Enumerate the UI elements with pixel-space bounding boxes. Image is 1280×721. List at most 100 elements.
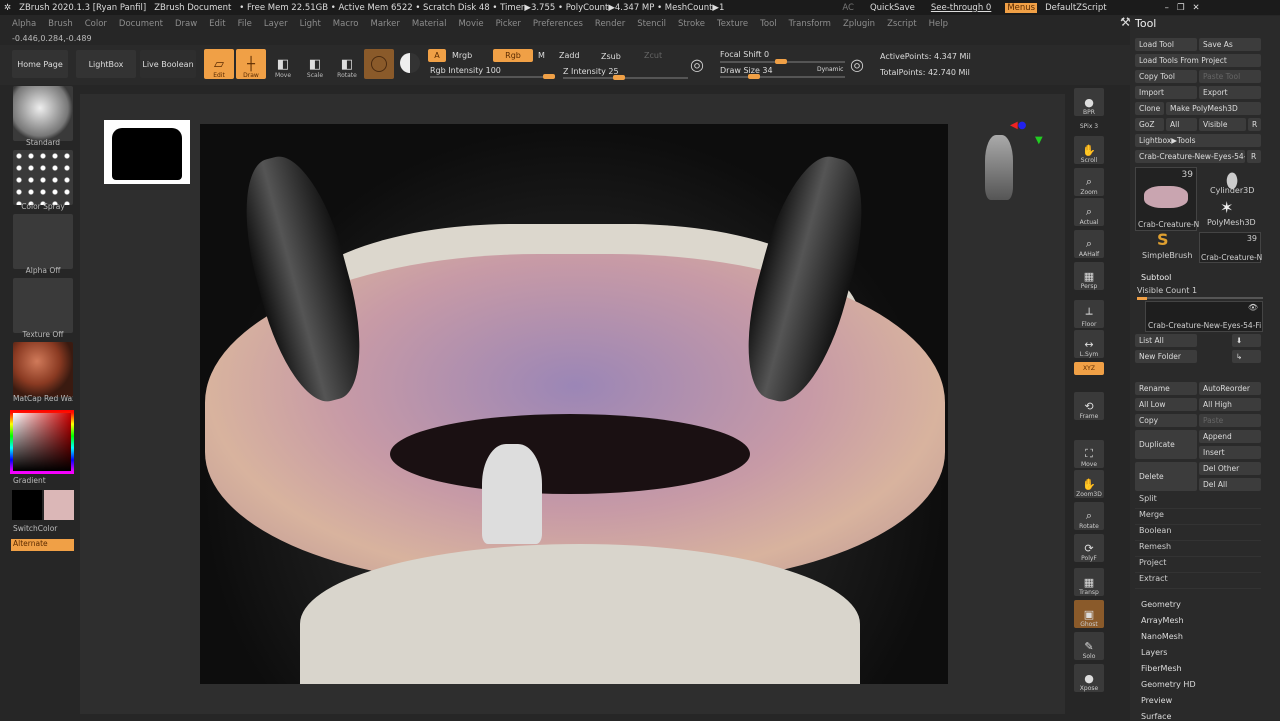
- close-icon[interactable]: ✕: [1193, 3, 1200, 13]
- menu-zscript[interactable]: Zscript: [887, 19, 917, 29]
- preview-section[interactable]: Preview: [1141, 696, 1172, 705]
- alpha-thumbnail[interactable]: [13, 214, 73, 269]
- lightbox-button[interactable]: LightBox: [76, 50, 136, 78]
- new-folder-button[interactable]: New Folder: [1135, 350, 1197, 363]
- navigator-thumbnail[interactable]: [104, 120, 190, 184]
- menu-edit[interactable]: Edit: [209, 19, 225, 29]
- menu-zplugin[interactable]: Zplugin: [843, 19, 875, 29]
- rename-button[interactable]: Rename: [1135, 382, 1197, 395]
- zcut-toggle[interactable]: Zcut: [644, 51, 662, 60]
- list-all-button[interactable]: List All: [1135, 334, 1197, 347]
- switch-color-button[interactable]: SwitchColor: [13, 524, 73, 533]
- goz-r-button[interactable]: R: [1248, 118, 1261, 131]
- ghost-button[interactable]: ▣ Ghost: [1074, 600, 1104, 628]
- live-boolean-button[interactable]: Live Boolean: [140, 50, 196, 78]
- menu-texture[interactable]: Texture: [717, 19, 748, 29]
- move-down-arrow-icon[interactable]: ⬇: [1232, 334, 1261, 347]
- gradient-label[interactable]: Gradient: [13, 476, 73, 485]
- duplicate-button[interactable]: Duplicate: [1135, 430, 1197, 459]
- xpose-button[interactable]: ● Xpose: [1074, 664, 1104, 692]
- material-sphere-button[interactable]: [364, 49, 394, 79]
- menu-layer[interactable]: Layer: [264, 19, 288, 29]
- save-as-button[interactable]: Save As: [1199, 38, 1261, 51]
- dynamic-toggle[interactable]: Dynamic: [817, 66, 843, 73]
- nanomesh-section[interactable]: NanoMesh: [1141, 632, 1183, 641]
- minimize-icon[interactable]: –: [1165, 3, 1169, 13]
- draw-button[interactable]: ┼ Draw: [236, 49, 266, 79]
- slider-knob[interactable]: [775, 59, 787, 64]
- restore-icon[interactable]: ❐: [1177, 3, 1185, 13]
- zoom-button[interactable]: ⌕ Zoom: [1074, 168, 1104, 196]
- tool-thumb-crab-2[interactable]: 39 Crab-Creature-N: [1199, 232, 1262, 263]
- tool-title[interactable]: Tool: [1135, 17, 1156, 30]
- menu-draw[interactable]: Draw: [175, 19, 197, 29]
- solo-button[interactable]: ✎ Solo: [1074, 632, 1104, 660]
- move-button[interactable]: ◧ Move: [268, 49, 298, 80]
- goz-button[interactable]: GoZ: [1135, 118, 1164, 131]
- menu-stroke[interactable]: Stroke: [678, 19, 705, 29]
- menu-stencil[interactable]: Stencil: [637, 19, 666, 29]
- menu-light[interactable]: Light: [300, 19, 321, 29]
- autoreorder-button[interactable]: AutoReorder: [1199, 382, 1261, 395]
- menu-tool[interactable]: Tool: [760, 19, 777, 29]
- zoom3d-button[interactable]: ✋ Zoom3D: [1074, 470, 1104, 498]
- menu-file[interactable]: File: [238, 19, 252, 29]
- transp-button[interactable]: ▦ Transp: [1074, 568, 1104, 596]
- quicksave-button[interactable]: QuickSave: [870, 3, 915, 13]
- color-switch-icon[interactable]: [400, 53, 420, 73]
- all-high-button[interactable]: All High: [1199, 398, 1261, 411]
- load-tools-from-project-button[interactable]: Load Tools From Project: [1135, 54, 1261, 67]
- goz-all-button[interactable]: All: [1166, 118, 1197, 131]
- actual-button[interactable]: ⌕ Actual: [1074, 198, 1104, 226]
- stroke-s-icon[interactable]: ◎: [690, 55, 704, 74]
- menu-transform[interactable]: Transform: [789, 19, 831, 29]
- menu-color[interactable]: Color: [85, 19, 107, 29]
- slider-knob[interactable]: [543, 74, 555, 79]
- menu-macro[interactable]: Macro: [333, 19, 359, 29]
- scroll-button[interactable]: ✋ Scroll: [1074, 136, 1104, 164]
- l-sym-button[interactable]: ↔ L.Sym: [1074, 330, 1104, 358]
- frame-button[interactable]: ⟲ Frame: [1074, 392, 1104, 420]
- bpr-button[interactable]: ● BPR: [1074, 88, 1104, 116]
- append-button[interactable]: Append: [1199, 430, 1261, 443]
- export-button[interactable]: Export: [1199, 86, 1261, 99]
- insert-button[interactable]: Insert: [1199, 446, 1261, 459]
- mrgb-toggle[interactable]: Mrgb: [452, 51, 472, 60]
- color-picker[interactable]: [10, 410, 74, 474]
- fibermesh-section[interactable]: FiberMesh: [1141, 664, 1182, 673]
- main-color-swatch[interactable]: [12, 490, 42, 520]
- zadd-toggle[interactable]: Zadd: [559, 51, 580, 60]
- delete-button[interactable]: Delete: [1135, 462, 1197, 491]
- del-all-button[interactable]: Del All: [1199, 478, 1261, 491]
- menu-picker[interactable]: Picker: [496, 19, 521, 29]
- move-to-arrow-icon[interactable]: ↳: [1232, 350, 1261, 363]
- import-button[interactable]: Import: [1135, 86, 1197, 99]
- scale-button[interactable]: ◧ Scale: [300, 49, 330, 80]
- axis-gizmo-icon[interactable]: ◀●: [1010, 120, 1026, 131]
- subtool-item[interactable]: 👁 Crab-Creature-New-Eyes-54-Fi: [1145, 301, 1263, 332]
- subtool-remesh-section[interactable]: Remesh: [1135, 542, 1261, 557]
- aahalf-button[interactable]: ⌕ AAHalf: [1074, 230, 1104, 258]
- rgb-toggle[interactable]: Rgb: [493, 49, 533, 62]
- ac-button[interactable]: AC: [842, 3, 854, 13]
- polymesh3d-star-icon[interactable]: ✶: [1220, 198, 1233, 217]
- xyz-button[interactable]: XYZ: [1074, 362, 1104, 375]
- subtool-merge-section[interactable]: Merge: [1135, 510, 1261, 525]
- rgb-intensity-slider[interactable]: [430, 74, 555, 79]
- spix-3-button[interactable]: SPix 3: [1074, 118, 1104, 130]
- m-toggle[interactable]: M: [538, 51, 545, 60]
- layers-section[interactable]: Layers: [1141, 648, 1167, 657]
- menu-material[interactable]: Material: [412, 19, 447, 29]
- menu-help[interactable]: Help: [929, 19, 948, 29]
- menu-preferences[interactable]: Preferences: [533, 19, 583, 29]
- stroke-thumbnail[interactable]: [13, 150, 73, 205]
- edit-button[interactable]: ▱ Edit: [204, 49, 234, 79]
- geometry-hd-section[interactable]: Geometry HD: [1141, 680, 1196, 689]
- secondary-color-swatch[interactable]: [44, 490, 74, 520]
- subtool-header[interactable]: Subtool: [1141, 273, 1171, 282]
- brush-thumbnail[interactable]: [13, 86, 73, 141]
- menu-brush[interactable]: Brush: [48, 19, 73, 29]
- subtool-copy-button[interactable]: Copy: [1135, 414, 1197, 427]
- see-through-slider[interactable]: See-through 0: [931, 3, 991, 13]
- zsub-toggle[interactable]: Zsub: [601, 52, 621, 61]
